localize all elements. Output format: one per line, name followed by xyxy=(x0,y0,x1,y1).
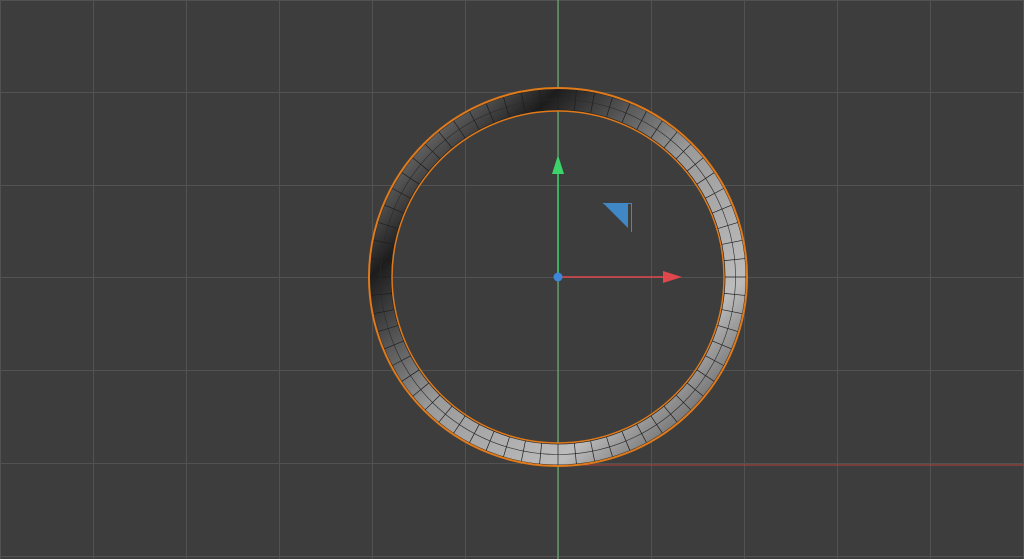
y-arrow-icon[interactable] xyxy=(552,155,564,174)
xy-plane-handle-icon[interactable] xyxy=(603,203,632,232)
gizmo-center-handle[interactable] xyxy=(553,272,563,282)
viewport-grid xyxy=(0,0,1024,559)
translate-gizmo[interactable] xyxy=(552,155,682,283)
viewport-canvas[interactable] xyxy=(0,0,1024,559)
x-arrow-icon[interactable] xyxy=(663,271,682,283)
3d-viewport[interactable] xyxy=(0,0,1024,559)
